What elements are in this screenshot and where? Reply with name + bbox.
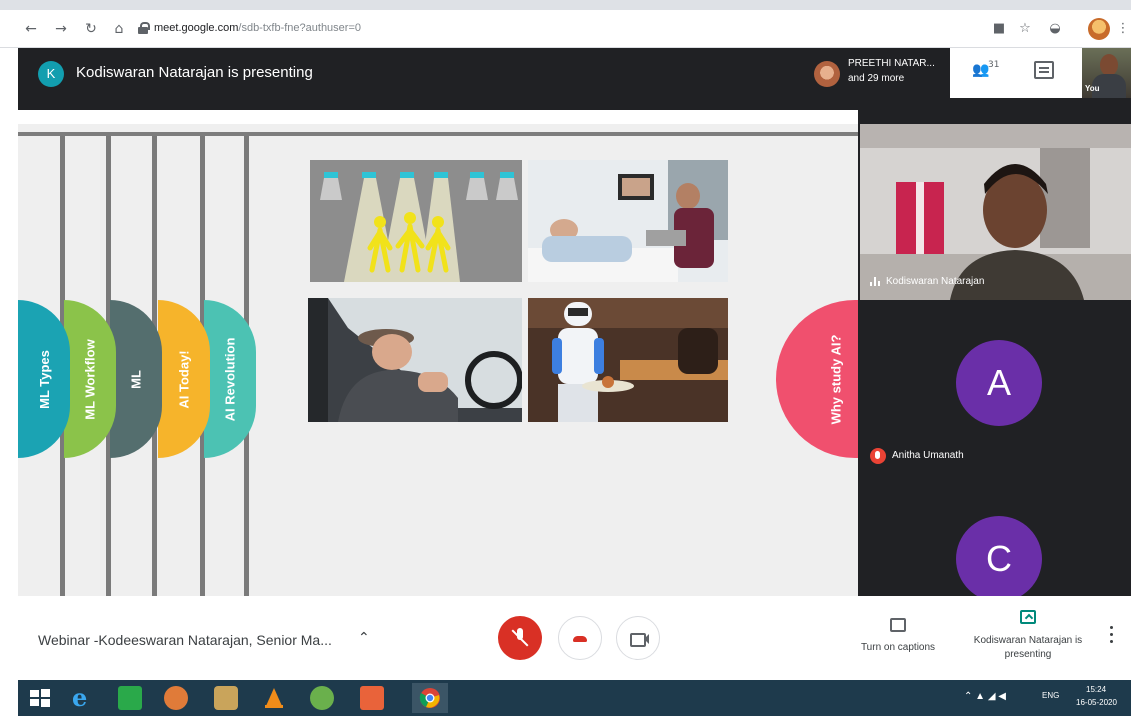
presenter-avatar: K [38, 61, 64, 87]
header-actions: 👥 31 [950, 48, 1082, 98]
participants-chip-name: PREETHI NATAR... [848, 58, 935, 69]
slide-tab-label: ML Workflow [82, 338, 98, 420]
url-path: /sdb-txfb-fne?authuser=0 [238, 22, 361, 34]
self-face [1100, 54, 1118, 76]
participant-avatar-a: A [956, 340, 1042, 426]
present-icon[interactable] [1020, 610, 1036, 624]
home-icon[interactable]: ⌂ [110, 20, 128, 38]
smart-lighting-photo [310, 160, 522, 282]
telemedicine-illustration [528, 160, 728, 282]
presenting-label[interactable]: Kodiswaran Natarajan is presenting [968, 634, 1088, 662]
slide-tab-label: AI Revolution [222, 337, 238, 421]
extension-icon[interactable]: ◒ [1046, 20, 1064, 38]
people-button[interactable]: 👥 31 [972, 60, 1000, 84]
chevron-up-icon[interactable]: ⌃ [358, 630, 370, 646]
slide-tab-label: Why study AI? [828, 334, 844, 424]
speaking-indicator-icon [870, 276, 882, 286]
profile-icon[interactable] [1088, 18, 1110, 40]
presenting-text: Kodiswaran Natarajan is presenting [76, 64, 313, 81]
captions-icon[interactable] [890, 618, 906, 632]
os-taskbar: e ⌃ ▲ ◢ ◀ ENG 15:24 16-05-2020 [18, 680, 1131, 716]
telemedicine-photo [528, 160, 728, 282]
tired-driver-illustration [308, 298, 522, 422]
self-view-tile[interactable]: You [1082, 48, 1131, 98]
participants-chip-more: and 29 more [848, 73, 905, 84]
participants-panel: Kodiswaran Natarajan A Anitha Umanath C [860, 124, 1131, 602]
main-stage: ML Types ML Workflow ML AI Today! AI Rev… [18, 98, 1131, 602]
presenter-video [860, 124, 1131, 300]
url-domain: meet.google.com [154, 22, 239, 34]
slide-tab-why-study-ai: Why study AI? [776, 300, 858, 458]
vlc-icon[interactable] [262, 686, 286, 710]
shared-slide: ML Types ML Workflow ML AI Today! AI Rev… [18, 110, 858, 596]
url-text: meet.google.com/sdb-txfb-fne?authuser=0 [154, 22, 361, 34]
chat-icon[interactable] [1034, 61, 1054, 79]
self-label: You [1085, 84, 1100, 93]
people-count: 31 [988, 60, 1000, 70]
camera-toggle-button[interactable] [616, 616, 660, 660]
chrome-taskbar-button[interactable] [412, 683, 448, 713]
tired-driver-photo [308, 298, 522, 422]
participant-name: Anitha Umanath [892, 450, 964, 461]
mic-toggle-button[interactable] [498, 616, 542, 660]
leave-call-button[interactable] [558, 616, 602, 660]
address-bar[interactable]: meet.google.com/sdb-txfb-fne?authuser=0 [138, 20, 938, 40]
slide-tab-label: AI Today! [176, 349, 192, 409]
participants-chip[interactable]: PREETHI NATAR... and 29 more [814, 53, 944, 93]
language-indicator[interactable]: ENG [1042, 691, 1059, 700]
internet-explorer-icon[interactable]: e [72, 686, 96, 710]
app-icon[interactable] [214, 686, 238, 710]
mic-off-icon [870, 448, 886, 464]
participant-video-tile[interactable]: Kodiswaran Natarajan [860, 124, 1131, 300]
reload-icon[interactable]: ↻ [82, 20, 100, 38]
meeting-title[interactable]: Webinar -Kodeeswaran Natarajan, Senior M… [38, 632, 332, 648]
smart-lighting-illustration [310, 160, 522, 282]
windows-start-icon[interactable] [28, 686, 52, 710]
clock-time[interactable]: 15:24 [1086, 685, 1106, 694]
app-icon[interactable] [360, 686, 384, 710]
slide-top-band [18, 110, 858, 124]
robot-waiter-photo [528, 298, 728, 422]
participant-avatar [814, 61, 840, 87]
back-arrow-icon[interactable]: ← [22, 20, 40, 38]
paint-icon[interactable] [164, 686, 188, 710]
star-icon[interactable]: ☆ [1016, 20, 1034, 38]
more-options-icon[interactable] [1110, 626, 1114, 644]
slide-top-line [18, 132, 858, 136]
menu-icon[interactable]: ⋮ [1114, 20, 1131, 38]
browser-toolbar: ← → ↻ ⌂ meet.google.com/sdb-txfb-fne?aut… [0, 0, 1131, 48]
people-icon: 👥 [972, 62, 990, 78]
participant-name: Kodiswaran Natarajan [886, 276, 985, 287]
screen: ← → ↻ ⌂ meet.google.com/sdb-txfb-fne?aut… [0, 0, 1131, 716]
meeting-controls-bar: Webinar -Kodeeswaran Natarajan, Senior M… [18, 596, 1131, 680]
captions-label[interactable]: Turn on captions [850, 642, 946, 653]
slide-tab-label: ML [128, 369, 144, 389]
chrome-icon [419, 688, 440, 708]
robot-waiter-illustration [528, 298, 728, 422]
meet-header: K Kodiswaran Natarajan is presenting PRE… [18, 48, 1131, 98]
participant-avatar-c: C [956, 516, 1042, 602]
camera-icon[interactable]: ■ [990, 20, 1008, 38]
clock-date[interactable]: 16-05-2020 [1076, 698, 1117, 707]
tray-icons[interactable]: ⌃ ▲ ◢ ◀ [964, 691, 1006, 702]
lock-icon [138, 22, 150, 34]
slide-tab-label: ML Types [36, 349, 52, 409]
utorrent-icon[interactable] [310, 686, 334, 710]
forward-arrow-icon[interactable]: → [52, 20, 70, 38]
browser-tabstrip [0, 0, 1131, 10]
app-icon[interactable] [118, 686, 142, 710]
